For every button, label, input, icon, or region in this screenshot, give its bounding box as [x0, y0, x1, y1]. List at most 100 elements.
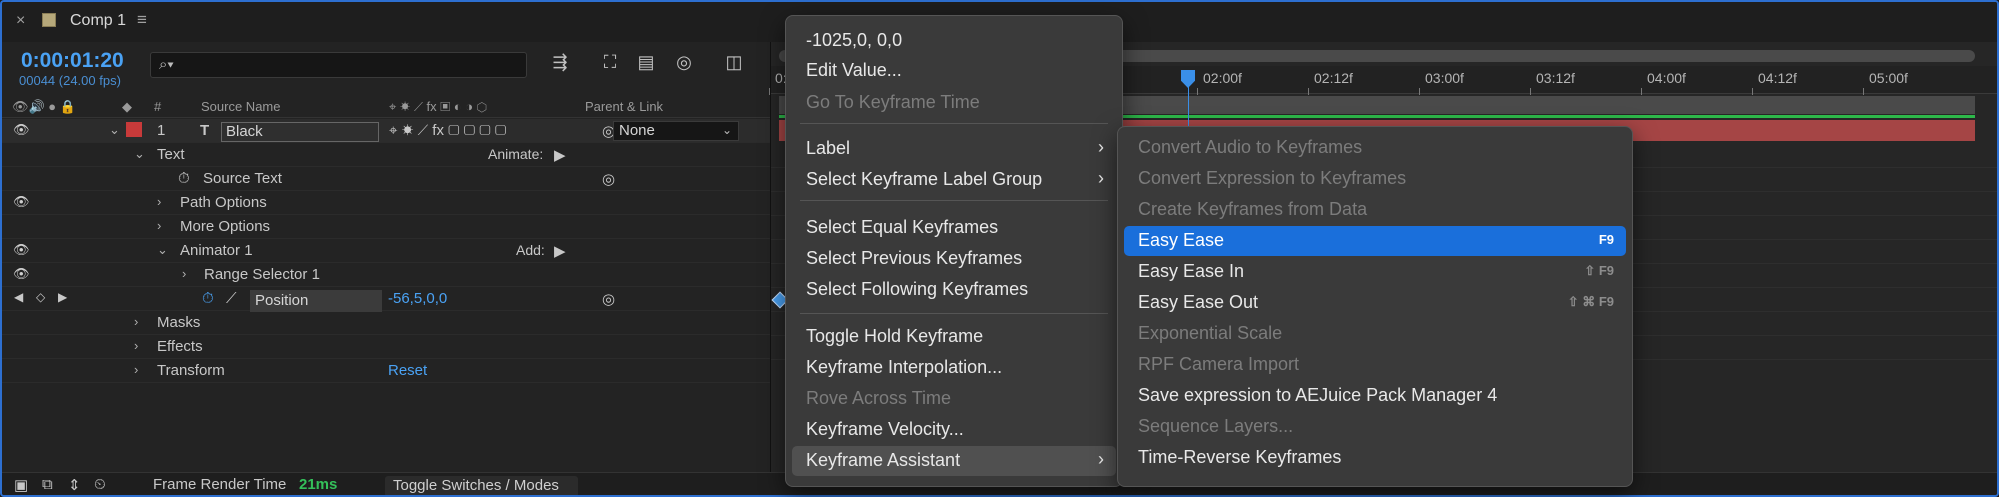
eye-icon[interactable]: 👁 — [13, 242, 30, 258]
menu-item-current-value[interactable]: -1025,0, 0,0 — [792, 26, 1116, 56]
stopwatch-icon[interactable]: ⏱ — [202, 290, 214, 307]
menu-item-go-to-keyframe-time: Go To Keyframe Time — [806, 92, 980, 112]
masks-row[interactable]: › Masks — [2, 311, 770, 335]
column-headers: 👁🔊 ● 🔒 ◆ # Source Name ⌖ ☀ ⟋ fx ▣ ◐ ◑ ⬡ … — [2, 94, 770, 118]
layer-number: 1 — [157, 122, 166, 139]
reset-link[interactable]: Reset — [388, 362, 427, 379]
eye-icon[interactable]: 👁 — [13, 266, 30, 282]
toggle-switches-modes-button[interactable]: Toggle Switches / Modes — [385, 476, 578, 495]
submenu-item-time-reverse-keyframes[interactable]: Time-Reverse Keyframes — [1124, 443, 1626, 473]
in-out-pane-icon[interactable]: ⇕ — [68, 476, 81, 494]
animate-menu-icon[interactable]: ▶ — [554, 146, 566, 164]
submenu-item-easy-ease[interactable]: Easy Ease F9 — [1124, 226, 1626, 256]
text-layer-icon: T — [200, 122, 210, 139]
submenu-item-save-expression-aejuice[interactable]: Save expression to AEJuice Pack Manager … — [1124, 381, 1626, 411]
transfer-controls-pane-icon[interactable]: ⧉ — [42, 476, 53, 493]
render-time-pane-icon[interactable]: ⏲ — [94, 476, 106, 493]
chevron-right-icon[interactable]: › — [157, 218, 161, 233]
source-text-row[interactable]: ⏱ Source Text ◎ — [2, 167, 770, 191]
more-options-label: More Options — [180, 218, 271, 235]
shortcut-label: ⇧ F9 — [1584, 263, 1614, 278]
menu-item-select-keyframe-label-group[interactable]: Select Keyframe Label Group › — [792, 165, 1116, 195]
range-selector-row[interactable]: 👁 › Range Selector 1 — [2, 263, 770, 287]
number-header: # — [154, 99, 162, 114]
current-time-display[interactable]: 0:00:01:20 — [21, 49, 124, 73]
menu-item-keyframe-interpolation[interactable]: Keyframe Interpolation... — [792, 353, 1116, 383]
chevron-right-icon: › — [1098, 168, 1104, 188]
graph-icon[interactable]: ⟋ — [226, 290, 237, 307]
shortcut-label: F9 — [1598, 232, 1614, 247]
menu-item-toggle-hold-keyframe[interactable]: Toggle Hold Keyframe — [792, 322, 1116, 352]
animator-row[interactable]: 👁 ⌄ Animator 1 Add: ▶ — [2, 239, 770, 263]
masks-label: Masks — [157, 314, 201, 331]
animate-label: Animate: — [488, 146, 544, 162]
menu-item-rove-across-time: Rove Across Time — [806, 388, 952, 408]
tick-label: 04:12f — [1752, 70, 1797, 95]
parent-select[interactable]: None ⌄ — [613, 121, 739, 141]
layer-search-input[interactable]: ⌕▾ — [150, 52, 527, 78]
tick-label: 05:00f — [1863, 70, 1908, 95]
text-group-row[interactable]: ⌄ Text Animate: ▶ — [2, 143, 770, 167]
transform-row[interactable]: › Transform Reset — [2, 359, 770, 383]
label-header-icon: ◆ — [122, 99, 132, 114]
chevron-right-icon[interactable]: › — [134, 338, 138, 353]
previous-keyframe-icon[interactable]: ◀ — [14, 290, 23, 304]
layer-row[interactable]: 👁 ⌄ 1 T Black ⌖ ☀ ⟋ fx ▢ ▢ ▢ ▢ ◎ None ⌄ — [2, 119, 770, 143]
chevron-right-icon[interactable]: › — [157, 194, 161, 209]
source-name-header[interactable]: Source Name — [201, 99, 280, 114]
stopwatch-icon[interactable]: ⏱ — [178, 170, 190, 187]
submenu-item-easy-ease-in[interactable]: Easy Ease In ⇧ F9 — [1124, 257, 1626, 287]
menu-item-label[interactable]: Label › — [792, 134, 1116, 164]
chevron-down-icon[interactable]: ⌄ — [157, 242, 168, 258]
draft-3d-icon[interactable]: ⛶ — [598, 52, 622, 76]
path-options-label: Path Options — [180, 194, 267, 211]
frame-render-time-label: Frame Render Time — [153, 476, 287, 493]
tab-comp-1[interactable]: Comp 1 — [70, 12, 126, 30]
submenu-item-convert-expression: Convert Expression to Keyframes — [1138, 168, 1407, 188]
close-tab-icon[interactable]: × — [16, 12, 25, 30]
frame-count: 00044 (24.00 fps) — [19, 73, 121, 88]
effects-label: Effects — [157, 338, 203, 355]
parent-link-header: Parent & Link — [585, 99, 664, 114]
shy-layers-icon[interactable]: ▤ — [634, 52, 658, 76]
position-row[interactable]: ◀ ◇ ▶ ⏱ ⟋ Position -56,5,0,0 ◎ — [2, 287, 770, 312]
position-value[interactable]: -56,5,0,0 — [388, 290, 447, 307]
menu-separator — [800, 200, 1108, 201]
tick-label: 04:00f — [1641, 70, 1686, 95]
eye-icon[interactable]: 👁 — [13, 194, 30, 210]
layer-switches-pane-icon[interactable]: ▣ — [14, 476, 28, 494]
add-menu-icon[interactable]: ▶ — [554, 242, 566, 260]
pickwhip-icon[interactable]: ◎ — [602, 170, 615, 188]
menu-item-select-previous-keyframes[interactable]: Select Previous Keyframes — [792, 244, 1116, 274]
tick-label: 03:00f — [1419, 70, 1464, 95]
layer-name[interactable]: Black — [221, 122, 379, 142]
pickwhip-icon[interactable]: ◎ — [602, 290, 615, 308]
add-label: Add: — [516, 242, 545, 258]
chevron-right-icon[interactable]: › — [134, 362, 138, 377]
effects-row[interactable]: › Effects — [2, 335, 770, 359]
chevron-right-icon: › — [1098, 449, 1104, 469]
eye-icon[interactable]: 👁 — [13, 122, 30, 138]
chevron-down-icon[interactable]: ⌄ — [109, 122, 120, 138]
layer-label-color[interactable] — [126, 122, 142, 137]
path-options-row[interactable]: 👁 › Path Options — [2, 191, 770, 215]
next-keyframe-icon[interactable]: ▶ — [58, 290, 67, 304]
submenu-item-easy-ease-out[interactable]: Easy Ease Out ⇧ ⌘ F9 — [1124, 288, 1626, 318]
menu-item-select-equal-keyframes[interactable]: Select Equal Keyframes — [792, 213, 1116, 243]
menu-item-edit-value[interactable]: Edit Value... — [792, 56, 1116, 86]
composition-mini-flowchart-icon[interactable]: ⇶ — [548, 52, 572, 76]
chevron-right-icon[interactable]: › — [182, 266, 186, 281]
frame-render-time-value: 21ms — [299, 476, 338, 493]
chevron-down-icon[interactable]: ⌄ — [134, 146, 145, 162]
tick-label: 02:12f — [1308, 70, 1353, 95]
menu-item-keyframe-assistant[interactable]: Keyframe Assistant › — [792, 446, 1116, 476]
add-keyframe-icon[interactable]: ◇ — [36, 290, 45, 304]
chevron-right-icon[interactable]: › — [134, 314, 138, 329]
layer-switches[interactable]: ⌖ ☀ ⟋ fx ▢ ▢ ▢ ▢ — [389, 122, 506, 139]
frame-blending-icon[interactable]: ◎ — [672, 52, 696, 76]
more-options-row[interactable]: › More Options — [2, 215, 770, 239]
graph-editor-icon[interactable]: ◫ — [722, 52, 746, 76]
menu-item-keyframe-velocity[interactable]: Keyframe Velocity... — [792, 415, 1116, 445]
panel-menu-icon[interactable]: ≡ — [137, 10, 147, 30]
menu-item-select-following-keyframes[interactable]: Select Following Keyframes — [792, 275, 1116, 305]
